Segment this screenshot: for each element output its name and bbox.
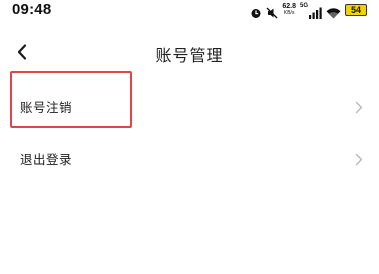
status-time: 09:48 [12,1,52,18]
alarm-icon [250,4,262,18]
account-management-screen: 09:48 62.8 KB/s 5G 54 账号管理 账号注销 退出登录 [0,0,379,274]
menu-item-label: 账号注销 [20,100,73,115]
network-type-label: 5G [299,3,308,9]
wifi-icon [326,4,341,19]
battery-indicator: 54 [345,4,367,16]
top-navigation-bar: 账号管理 [0,38,379,70]
menu-item-logout[interactable]: 退出登录 [0,130,379,186]
page-title: 账号管理 [155,46,224,65]
status-icons: 62.8 KB/s 5G 54 [250,3,367,19]
status-bar: 09:48 62.8 KB/s 5G 54 [0,0,379,24]
menu-item-label: 退出登录 [20,152,73,167]
chevron-right-icon [355,99,363,114]
mute-icon [266,4,278,19]
menu-item-account-deletion[interactable]: 账号注销 [0,78,379,134]
network-speed: 62.8 KB/s [282,3,296,16]
network-speed-unit: KB/s [283,10,295,16]
signal-icon [309,4,322,19]
chevron-right-icon [355,151,363,166]
